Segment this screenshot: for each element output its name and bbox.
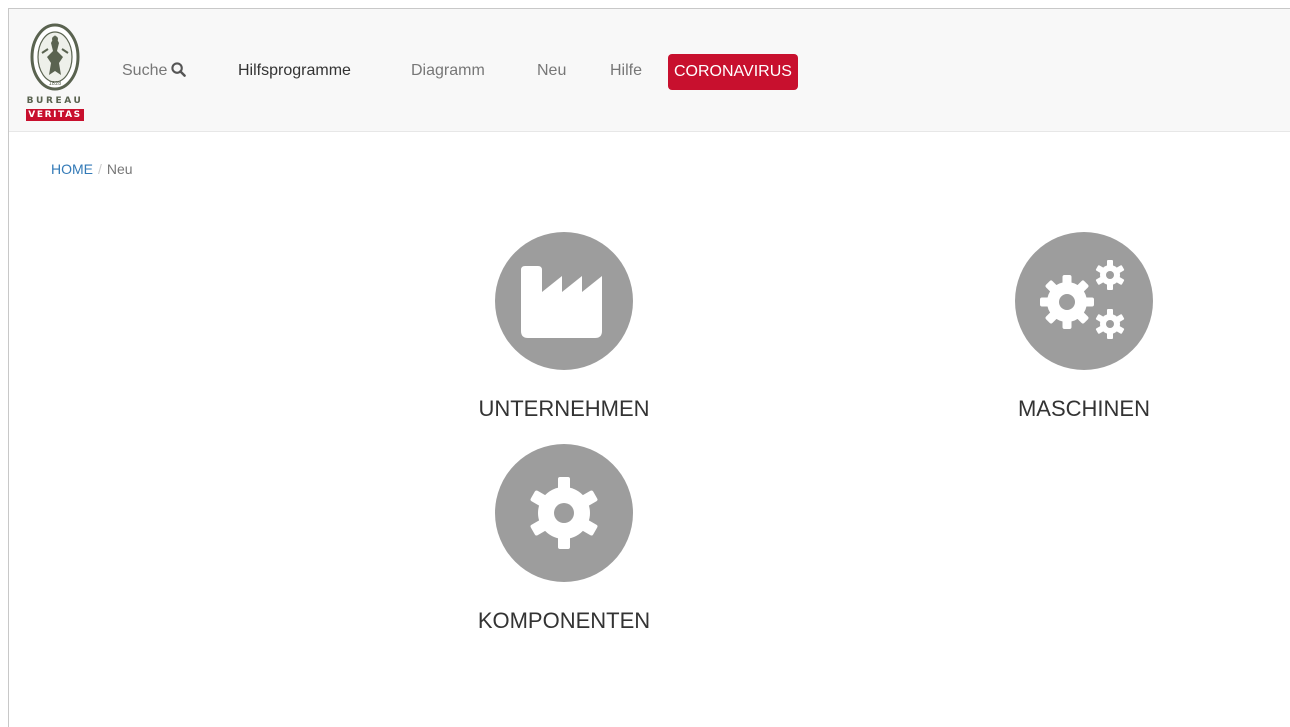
logo-word-bureau: BUREAU <box>26 96 84 106</box>
tile-komponenten-label: KOMPONENTEN <box>477 608 651 633</box>
tile-komponenten[interactable]: KOMPONENTEN <box>444 444 684 644</box>
nav-hilfe[interactable]: Hilfe <box>610 61 642 81</box>
seal-icon: 1828 <box>30 23 80 91</box>
tile-unternehmen-circle <box>495 232 633 370</box>
factory-icon <box>521 266 602 338</box>
nav-hilfsprogramme[interactable]: Hilfsprogramme <box>238 61 351 81</box>
tile-maschinen-label: MASCHINEN <box>1017 396 1150 421</box>
tile-maschinen[interactable]: MASCHINEN <box>964 232 1204 432</box>
nav-diagramm[interactable]: Diagramm <box>411 61 485 81</box>
seal-year: 1828 <box>49 81 62 87</box>
bureau-veritas-logo[interactable]: 1828 BUREAU VERITAS <box>26 23 84 123</box>
gear-icon <box>530 477 598 549</box>
breadcrumb-current: Neu <box>106 161 133 177</box>
nav-search-label: Suche <box>122 62 168 79</box>
tile-komponenten-circle <box>495 444 633 582</box>
tile-maschinen-circle <box>1015 232 1153 370</box>
app-frame: 1828 BUREAU VERITAS Suche Hilfsprogramme… <box>8 8 1290 727</box>
tile-unternehmen[interactable]: UNTERNEHMEN <box>444 232 684 432</box>
gears-icon <box>1040 260 1125 339</box>
nav-coronavirus-button[interactable]: CORONAVIRUS <box>668 54 798 90</box>
breadcrumb: HOME / Neu <box>51 160 133 178</box>
nav-neu[interactable]: Neu <box>537 61 566 81</box>
nav-search[interactable]: Suche <box>122 61 187 81</box>
breadcrumb-separator: / <box>98 161 102 177</box>
tile-unternehmen-label: UNTERNEHMEN <box>478 396 650 421</box>
search-icon <box>171 62 187 77</box>
breadcrumb-home-link[interactable]: HOME <box>51 161 93 177</box>
top-navbar: 1828 BUREAU VERITAS Suche Hilfsprogramme… <box>9 9 1290 132</box>
logo-word-veritas: VERITAS <box>26 109 84 121</box>
